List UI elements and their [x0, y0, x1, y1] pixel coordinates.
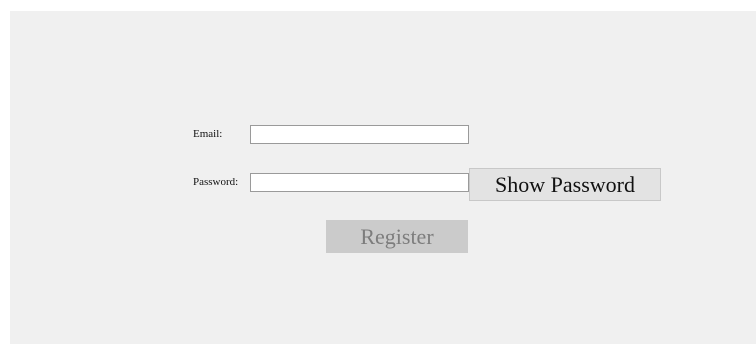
email-field[interactable] [250, 125, 469, 144]
password-field[interactable] [250, 173, 469, 192]
show-password-button[interactable]: Show Password [469, 168, 661, 201]
password-label: Password: [193, 176, 239, 188]
email-label: Email: [193, 128, 223, 140]
registration-panel: Email: Password: Show Password Register [10, 11, 756, 344]
register-button[interactable]: Register [326, 220, 468, 253]
